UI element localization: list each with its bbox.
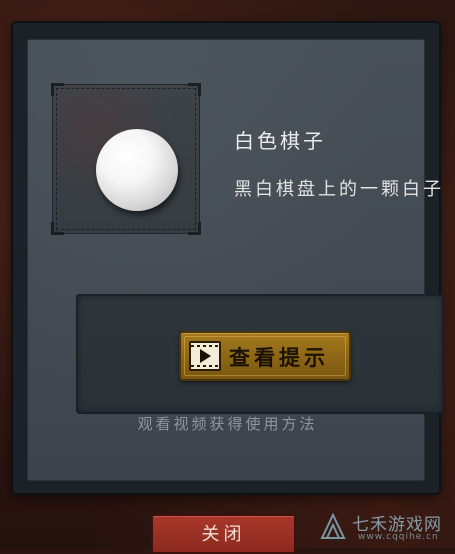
- view-hint-label: 查看提示: [229, 345, 329, 370]
- hint-instruction-text: 观看视频获得使用方法: [137, 415, 318, 433]
- video-play-icon: [189, 341, 221, 371]
- watermark-logo-icon: [320, 512, 346, 539]
- site-watermark: 七禾游戏网 www.cqqihe.cn: [318, 508, 455, 548]
- item-icon-frame: [51, 83, 201, 235]
- watermark-url: www.cqqihe.cn: [358, 532, 439, 542]
- hint-panel: 查看提示: [76, 294, 444, 414]
- close-button[interactable]: 关闭: [151, 514, 296, 554]
- item-description: 黑白棋盘上的一颗白子: [234, 179, 444, 200]
- white-chess-piece-icon: [96, 129, 178, 211]
- close-label: 关闭: [201, 524, 246, 545]
- view-hint-button[interactable]: 查看提示: [179, 331, 351, 381]
- item-name: 白色棋子: [234, 129, 326, 153]
